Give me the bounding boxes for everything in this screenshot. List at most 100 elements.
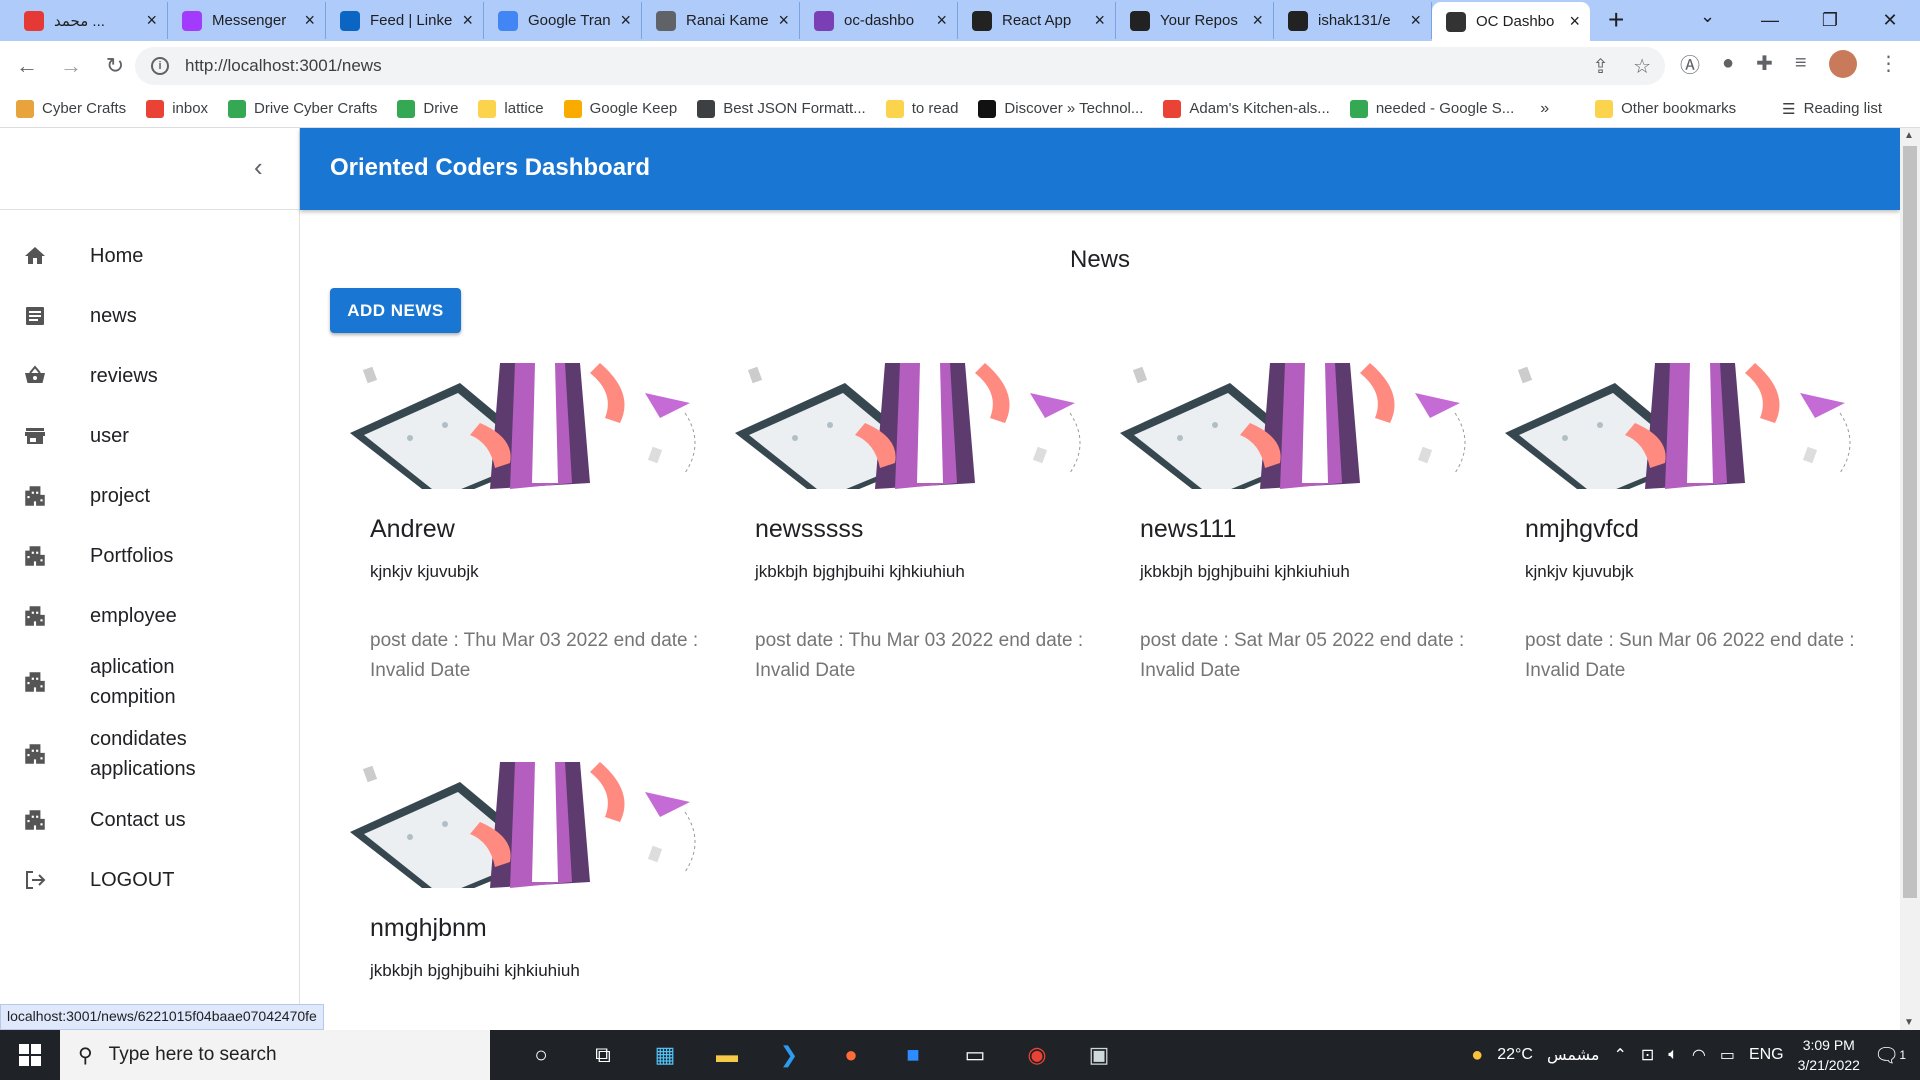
bookmark-star-icon[interactable]: ☆ <box>1633 54 1651 79</box>
tab-close-icon[interactable]: × <box>1410 10 1421 31</box>
browser-tab[interactable]: Google Tran × <box>484 2 642 39</box>
tab-close-icon[interactable]: × <box>304 10 315 31</box>
bookmark-item[interactable]: inbox <box>146 99 208 118</box>
menu-kebab-icon[interactable]: ⋮ <box>1879 51 1899 76</box>
news-card[interactable]: Andrew kjnkjv kjuvubjk post date : Thu Mar… <box>350 363 700 686</box>
bookmark-item[interactable]: Cyber Crafts <box>16 99 126 118</box>
extension-a-icon[interactable]: Ⓐ <box>1680 49 1700 78</box>
add-news-button[interactable]: ADD NEWS <box>330 288 461 333</box>
bookmark-item[interactable]: Google Keep <box>563 99 677 118</box>
site-info-icon[interactable]: i <box>151 57 169 75</box>
tab-close-icon[interactable]: × <box>146 10 157 31</box>
sidebar-item-employee[interactable]: employee <box>0 586 299 646</box>
chevron-left-icon[interactable]: ‹ <box>254 152 263 183</box>
tab-close-icon[interactable]: × <box>462 10 473 31</box>
news-card-image <box>1505 363 1855 489</box>
browser-tab[interactable]: Feed | Linke × <box>326 2 484 39</box>
tab-close-icon[interactable]: × <box>936 10 947 31</box>
news-card-image <box>1120 363 1470 489</box>
browser-tab[interactable]: React App × <box>958 2 1116 39</box>
bookmark-item[interactable]: Discover » Technol... <box>978 99 1143 118</box>
sidebar-item-portfolios[interactable]: Portfolios <box>0 526 299 586</box>
clock[interactable]: 3:09 PM 3/21/2022 <box>1798 1035 1860 1075</box>
bookmark-item[interactable]: Best JSON Formatt... <box>697 99 866 118</box>
tab-close-icon[interactable]: × <box>1252 10 1263 31</box>
chevron-up-icon[interactable]: ⌃ <box>1613 1045 1626 1065</box>
taskbar-search-input[interactable]: ⚲ Type here to search <box>60 1030 490 1080</box>
browser-tab[interactable]: oc-dashbo × <box>800 2 958 39</box>
news-card-description: kjnkjv kjuvubjk <box>1525 562 1634 581</box>
sidebar-item-home[interactable]: Home <box>0 226 299 286</box>
browser-tab[interactable]: محمد ... × <box>10 2 168 39</box>
sidebar-item-label: Home <box>90 245 144 267</box>
sidebar-item-logout[interactable]: LOGOUT <box>0 850 299 910</box>
browser-tab-strip: محمد ... × Messenger × Feed | Linke × Google T… <box>0 0 1920 41</box>
forward-icon[interactable]: → <box>54 53 88 79</box>
browser-tab[interactable]: Messenger × <box>168 2 326 39</box>
bookmark-item[interactable]: to read <box>885 99 958 118</box>
close-window-icon[interactable]: ✕ <box>1860 10 1920 31</box>
back-icon[interactable]: ← <box>10 53 44 79</box>
postman-icon[interactable]: ● <box>820 1042 882 1068</box>
restore-icon[interactable]: ❐ <box>1800 10 1860 31</box>
puzzle-icon[interactable]: ✚ <box>1756 51 1773 76</box>
reload-icon[interactable]: ↻ <box>98 53 132 79</box>
weather-temp[interactable]: 22°C <box>1497 1046 1533 1064</box>
volume-icon[interactable]: 🔈︎ <box>1668 1046 1678 1064</box>
bookmark-item[interactable]: Drive Cyber Crafts <box>228 99 377 118</box>
reading-list[interactable]: ☰ Reading list <box>1782 100 1882 118</box>
bookmark-item[interactable]: Drive <box>397 99 458 118</box>
news-card[interactable]: news111 jkbkbjh bjghjbuihi kjhkiuhiuh post… <box>1120 363 1470 686</box>
battery-icon[interactable]: ▭ <box>1720 1045 1735 1065</box>
tab-close-icon[interactable]: × <box>778 10 789 31</box>
scroll-down-icon[interactable]: ▼ <box>1904 1017 1914 1028</box>
camera-icon[interactable]: ⊡ <box>1641 1045 1654 1065</box>
file-explorer-icon[interactable]: ▬ <box>696 1042 758 1068</box>
tab-close-icon[interactable]: × <box>1569 11 1580 32</box>
bookmark-item[interactable]: needed - Google S... <box>1349 99 1514 118</box>
sidebar-item-user[interactable]: user <box>0 406 299 466</box>
profile-extension-icon[interactable]: ● <box>1722 52 1734 75</box>
tab-close-icon[interactable]: × <box>620 10 631 31</box>
scroll-up-icon[interactable]: ▲ <box>1904 130 1914 141</box>
scrollbar-thumb[interactable] <box>1903 146 1917 898</box>
sidebar-item-condidates-applications[interactable]: condidates applications <box>0 718 299 790</box>
sidebar-item-news[interactable]: news <box>0 286 299 346</box>
share-icon[interactable]: ⇪ <box>1592 54 1609 79</box>
browser-tab[interactable]: Ranai Kame × <box>642 2 800 39</box>
cortana-icon[interactable]: ○ <box>510 1042 572 1068</box>
browser-tab[interactable]: ishak131/e × <box>1274 2 1432 39</box>
new-tab-button[interactable]: + <box>1608 3 1624 37</box>
page-scrollbar[interactable]: ▲ ▼ <box>1900 128 1920 1030</box>
tab-close-icon[interactable]: × <box>1094 10 1105 31</box>
news-card[interactable]: newsssss jkbkbjh bjghjbuihi kjhkiuhiuh pos… <box>735 363 1085 686</box>
news-card[interactable]: nmghjbnmjkbkbjh bjghjbuihi kjhkiuhiuhpos… <box>350 762 700 1030</box>
language-indicator[interactable]: ENG <box>1749 1046 1784 1064</box>
windows-start-icon[interactable] <box>0 1044 60 1066</box>
more-bookmarks-icon[interactable]: » <box>1540 100 1549 118</box>
chrome-icon[interactable]: ◉ <box>1006 1042 1068 1068</box>
wifi-icon[interactable]: ◠ <box>1692 1045 1706 1065</box>
other-bookmarks[interactable]: Other bookmarks <box>1595 99 1736 118</box>
avatar[interactable] <box>1828 49 1857 78</box>
url-input[interactable]: i http://localhost:3001/news ⇪ ☆ <box>135 47 1665 85</box>
media-control-icon[interactable]: ≡ <box>1795 52 1807 75</box>
minimize-icon[interactable]: — <box>1740 10 1800 31</box>
terminal-icon[interactable]: ▭ <box>944 1042 1006 1068</box>
bookmark-item[interactable]: lattice <box>478 99 544 118</box>
zoom-icon[interactable]: ■ <box>882 1042 944 1068</box>
tab-search-icon[interactable]: ⌄ <box>1700 6 1715 27</box>
sidebar-item-project[interactable]: project <box>0 466 299 526</box>
sidebar-item-reviews[interactable]: reviews <box>0 346 299 406</box>
news-card[interactable]: nmjhgvfcd kjnkjv kjuvubjk post date : Sun … <box>1505 363 1855 686</box>
store-icon[interactable]: ▦ <box>634 1042 696 1068</box>
vscode-icon[interactable]: ❯ <box>758 1042 820 1068</box>
sidebar-item-contact-us[interactable]: Contact us <box>0 790 299 850</box>
browser-tab[interactable]: Your Repos × <box>1116 2 1274 39</box>
sidebar-item-aplication-compition[interactable]: aplication compition <box>0 646 299 718</box>
browser-tab[interactable]: OC Dashbo × <box>1432 2 1590 41</box>
task-view-icon[interactable]: ⧉ <box>572 1042 634 1068</box>
bookmark-item[interactable]: Adam's Kitchen-als... <box>1163 99 1330 118</box>
app-icon[interactable]: ▣ <box>1068 1042 1130 1068</box>
notifications-icon[interactable]: 🗨︎ <box>1874 1043 1899 1068</box>
